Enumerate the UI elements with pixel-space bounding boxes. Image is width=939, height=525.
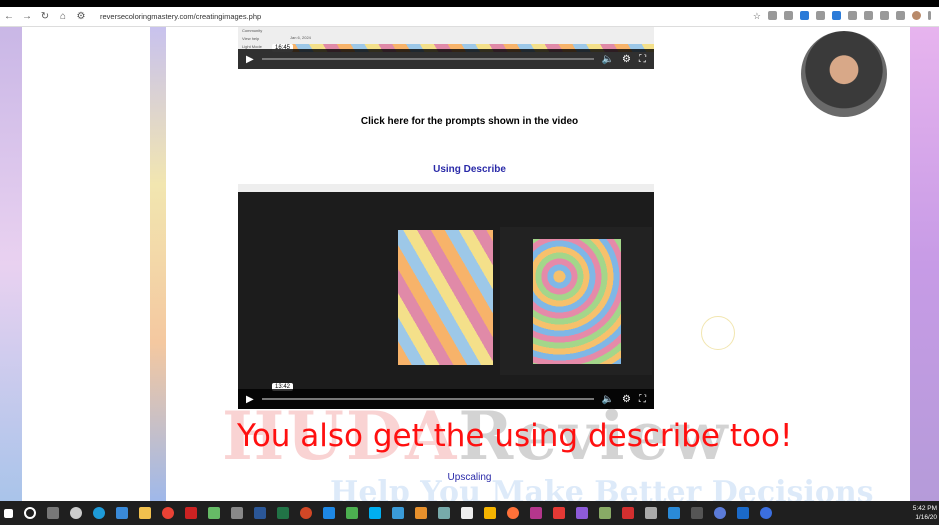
section-title-upscaling: Upscaling xyxy=(447,472,492,483)
browser-toolbar: ← → ↻ ⌂ ⚙ reversecoloringmastery.com/cre… xyxy=(0,7,939,27)
address-bar[interactable]: reversecoloringmastery.com/creatingimage… xyxy=(100,12,261,21)
extension-icon[interactable] xyxy=(784,11,793,20)
avatar[interactable] xyxy=(912,11,921,20)
video-player-2[interactable]: 13:42 ▶ 🔈 ⚙ ⛶ xyxy=(238,184,654,409)
extensions: ☆ xyxy=(753,11,931,21)
webcam-overlay xyxy=(799,29,889,119)
video-controls[interactable]: ▶ 🔈 ⚙ ⛶ xyxy=(238,49,654,69)
search-icon[interactable] xyxy=(24,507,36,519)
store-icon[interactable] xyxy=(116,507,128,519)
mail-icon[interactable] xyxy=(323,507,335,519)
app-icon[interactable] xyxy=(691,507,703,519)
app-icon[interactable] xyxy=(599,507,611,519)
volume-icon[interactable]: 🔈 xyxy=(602,54,614,65)
chrome-icon[interactable] xyxy=(162,507,174,519)
background-strip xyxy=(150,27,166,501)
puzzle-icon[interactable] xyxy=(864,11,873,20)
video-browser-bar xyxy=(238,184,654,192)
settings-icon[interactable] xyxy=(70,507,82,519)
extension-icon[interactable] xyxy=(832,11,841,20)
forward-icon[interactable]: → xyxy=(18,11,36,22)
site-settings-icon[interactable]: ⚙ xyxy=(72,11,90,22)
play-icon[interactable]: ▶ xyxy=(246,54,254,65)
word-icon[interactable] xyxy=(254,507,266,519)
app-icon[interactable] xyxy=(668,507,680,519)
app-icon[interactable] xyxy=(231,507,243,519)
start-icon[interactable] xyxy=(4,508,13,518)
video-date: Jan 6, 2024 xyxy=(290,35,311,40)
video-image-right xyxy=(533,239,621,364)
top-black-bar xyxy=(0,0,939,7)
sidebar-icon[interactable] xyxy=(896,11,905,20)
firefox-icon[interactable] xyxy=(507,507,519,519)
more-icon[interactable] xyxy=(928,11,931,20)
calculator-icon[interactable] xyxy=(645,507,657,519)
file-explorer-icon[interactable] xyxy=(139,507,151,519)
video-sidebar: Community View help Light Mode xyxy=(242,28,263,49)
app-icon[interactable] xyxy=(392,507,404,519)
extension-icon[interactable] xyxy=(768,11,777,20)
system-clock[interactable]: 5:42 PM 1/16/20 xyxy=(913,504,937,522)
fullscreen-icon[interactable]: ⛶ xyxy=(639,54,646,65)
app-icon[interactable] xyxy=(530,507,542,519)
edge-icon[interactable] xyxy=(93,507,105,519)
app-icon[interactable] xyxy=(714,507,726,519)
app-icon[interactable] xyxy=(484,507,496,519)
app-icon[interactable] xyxy=(346,507,358,519)
skype-icon[interactable] xyxy=(369,507,381,519)
app-icon[interactable] xyxy=(760,507,772,519)
overlay-caption: You also get the using describe too! xyxy=(237,418,793,454)
background-strip xyxy=(910,27,939,501)
filezilla-icon[interactable] xyxy=(185,507,197,519)
home-icon[interactable]: ⌂ xyxy=(54,11,72,22)
video-image-left xyxy=(398,230,493,365)
bookmark-star-icon[interactable]: ☆ xyxy=(753,11,761,21)
download-icon[interactable] xyxy=(553,507,565,519)
outlook-icon[interactable] xyxy=(737,507,749,519)
section-title-using-describe: Using Describe xyxy=(433,164,506,175)
mouse-cursor-highlight xyxy=(701,316,735,350)
seek-bar[interactable] xyxy=(261,58,594,60)
app-icon[interactable] xyxy=(415,507,427,519)
powerpoint-icon[interactable] xyxy=(300,507,312,519)
excel-icon[interactable] xyxy=(277,507,289,519)
video-player-1[interactable]: Community View help Light Mode Jan 6, 20… xyxy=(238,27,654,69)
menu-icon[interactable] xyxy=(880,11,889,20)
windows-taskbar: 5:42 PM 1/16/20 xyxy=(0,501,939,525)
app-icon[interactable] xyxy=(576,507,588,519)
task-view-icon[interactable] xyxy=(47,507,59,519)
extension-icon[interactable] xyxy=(800,11,809,20)
acrobat-icon[interactable] xyxy=(622,507,634,519)
reload-icon[interactable]: ↻ xyxy=(36,11,54,22)
notepad-icon[interactable] xyxy=(208,507,220,519)
back-icon[interactable]: ← xyxy=(0,11,18,22)
extension-icon[interactable] xyxy=(848,11,857,20)
background-strip xyxy=(0,27,22,501)
app-icon[interactable] xyxy=(461,507,473,519)
app-icon[interactable] xyxy=(438,507,450,519)
prompts-link[interactable]: Click here for the prompts shown in the … xyxy=(0,116,939,127)
extension-icon[interactable] xyxy=(816,11,825,20)
settings-icon[interactable]: ⚙ xyxy=(622,54,631,65)
